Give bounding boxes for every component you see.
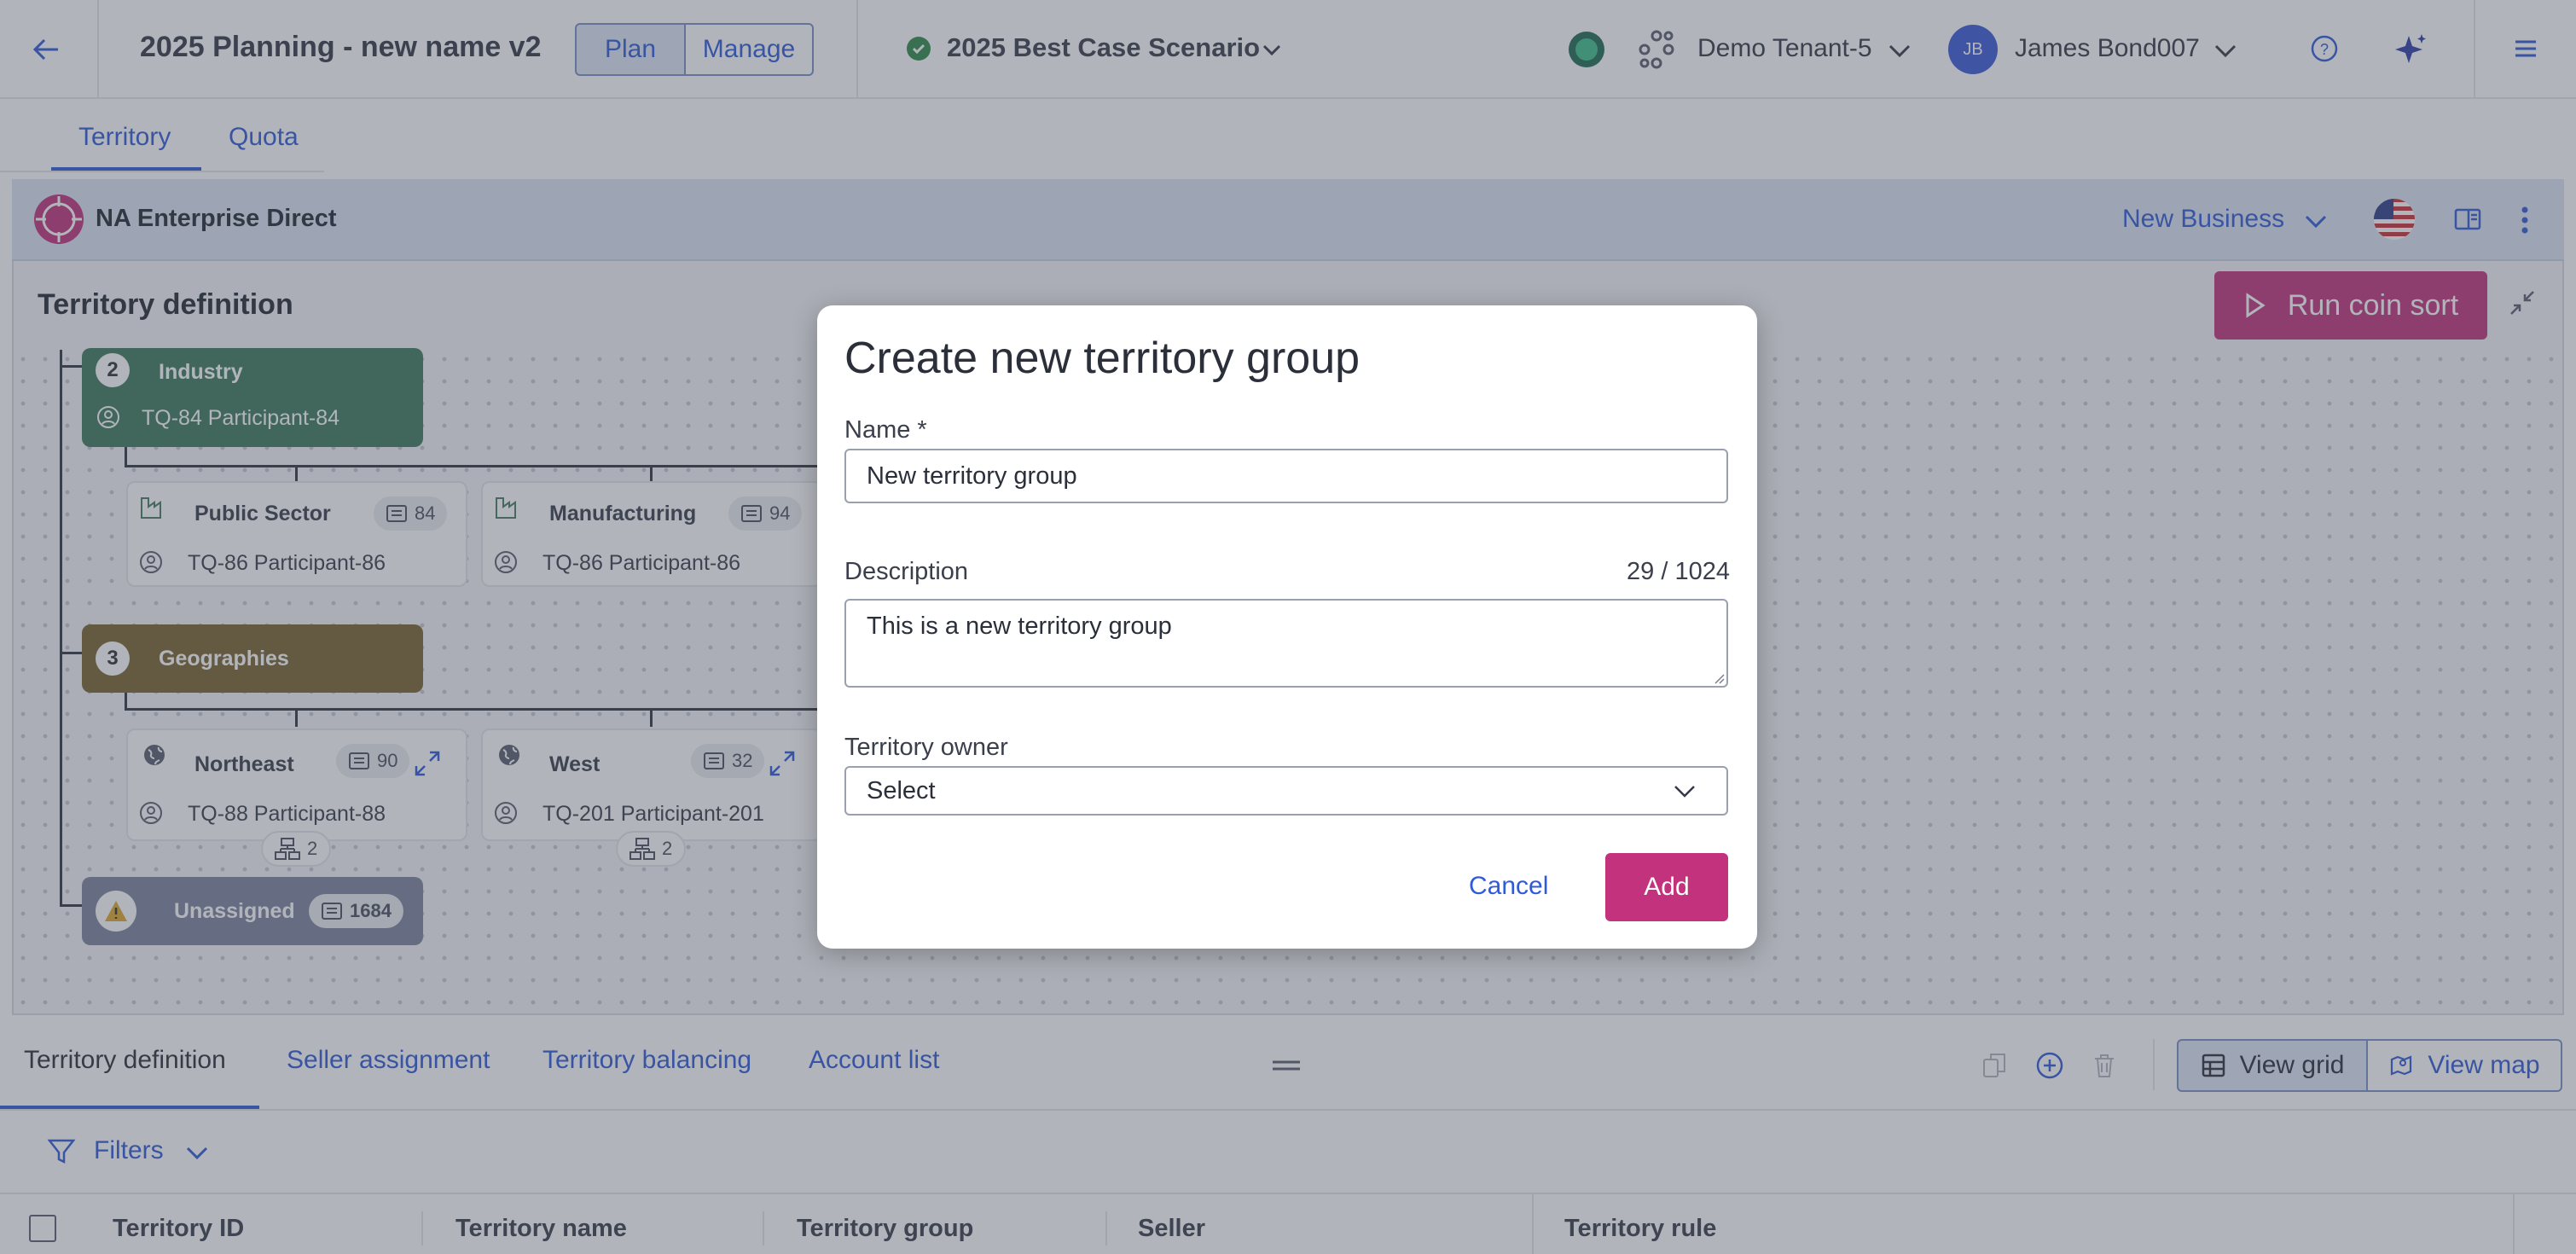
owner-chevron-icon[interactable] bbox=[1672, 778, 1697, 804]
name-label: Name * bbox=[844, 416, 927, 444]
name-input[interactable]: New territory group bbox=[844, 449, 1728, 503]
resize-handle-icon[interactable] bbox=[1713, 672, 1725, 684]
cancel-button[interactable]: Cancel bbox=[1469, 872, 1548, 901]
dialog-title: Create new territory group bbox=[844, 334, 1361, 383]
description-counter: 29 / 1024 bbox=[1627, 558, 1730, 585]
add-button[interactable]: Add bbox=[1605, 853, 1728, 921]
description-textarea[interactable]: This is a new territory group bbox=[844, 599, 1728, 688]
owner-label: Territory owner bbox=[844, 734, 1008, 761]
create-territory-group-dialog: Create new territory group Name * New te… bbox=[817, 305, 1757, 949]
owner-select[interactable]: Select bbox=[844, 766, 1728, 816]
description-label: Description bbox=[844, 558, 969, 585]
